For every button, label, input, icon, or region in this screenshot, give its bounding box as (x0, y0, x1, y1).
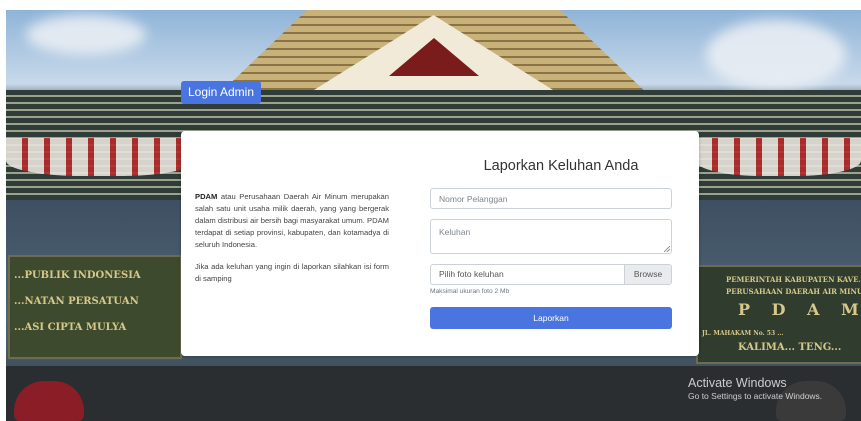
submit-complaint-button[interactable]: Laporkan (430, 307, 672, 329)
sign-right-line: P D A M (738, 300, 861, 319)
resize-handle-icon[interactable] (664, 246, 670, 252)
customer-number-input[interactable] (430, 188, 672, 209)
windows-activation-watermark: Activate Windows Go to Settings to activ… (688, 376, 822, 402)
pdam-brand: PDAM (195, 192, 218, 201)
sign-right-line: KALIMA... TENG... (738, 342, 842, 353)
sign-right-line: PERUSAHAAN DAERAH AIR MINUM (726, 287, 861, 296)
complaint-card: PDAM atau Perusahaan Daerah Air Minum me… (181, 131, 699, 356)
watermark-title: Activate Windows (688, 376, 787, 390)
sign-right-line: JL. MAHAKAM No. 53 ... (702, 330, 784, 337)
cloud (706, 20, 846, 90)
sign-left-line: ...NATAN PERSATUAN (14, 296, 139, 307)
sign-board-left: ...PUBLIK INDONESIA ...NATAN PERSATUAN .… (8, 255, 182, 359)
complaint-textarea[interactable] (430, 219, 672, 254)
description-instruction: Jika ada keluhan yang ingin di laporkan … (195, 262, 389, 283)
sign-board-right: PEMERINTAH KABUPATEN KAVE... PERUSAHAAN … (696, 265, 861, 364)
bunting-left (6, 138, 196, 176)
photo-file-label: Pilih foto keluhan (439, 269, 504, 279)
pdam-description: PDAM atau Perusahaan Daerah Air Minum me… (195, 191, 389, 295)
sign-left-line: ...PUBLIK INDONESIA (14, 270, 141, 281)
photo-file-input[interactable]: Pilih foto keluhan Browse (430, 264, 672, 285)
browse-button[interactable]: Browse (624, 265, 671, 284)
description-paragraph: PDAM atau Perusahaan Daerah Air Minum me… (195, 191, 389, 251)
cloud (26, 15, 146, 55)
bunting-right (696, 138, 861, 176)
login-admin-button[interactable]: Login Admin (181, 81, 261, 104)
watermark-subtitle: Go to Settings to activate Windows. (688, 391, 823, 401)
sign-left-line: ...ASI CIPTA MULYA (14, 322, 127, 333)
photo-size-hint: Maksimal ukuran foto 2 Mb (430, 288, 510, 295)
description-text: atau Perusahaan Daerah Air Minum merupak… (195, 192, 389, 249)
form-title: Laporkan Keluhan Anda (483, 158, 639, 174)
